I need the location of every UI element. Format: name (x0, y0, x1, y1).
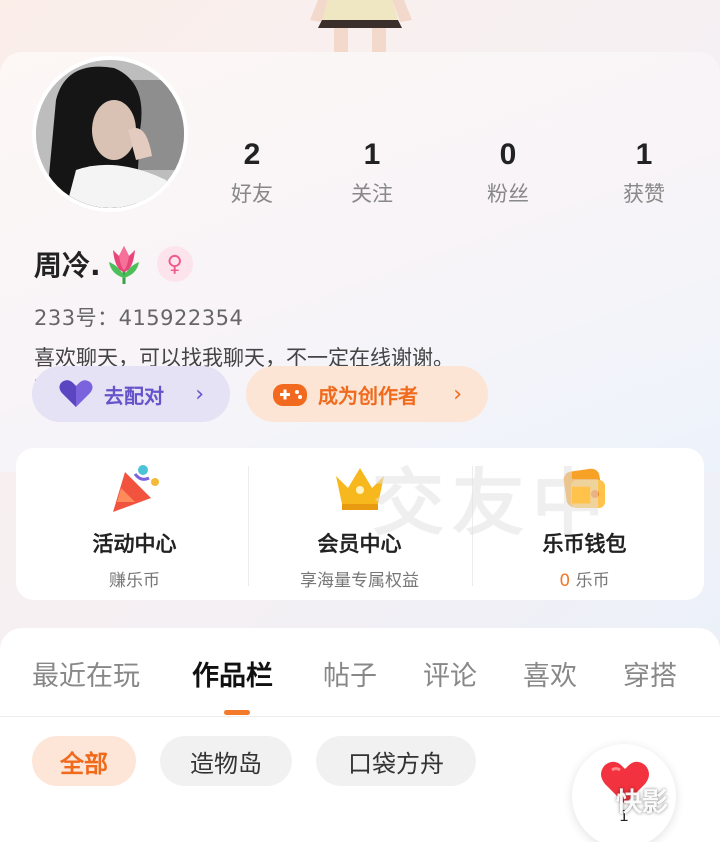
username: 周冷. (34, 249, 101, 282)
coin-unit: 乐币 (575, 571, 610, 591)
stat-label: 粉丝 (487, 182, 529, 206)
heart-icon (59, 380, 93, 407)
brand-name: 快影 (616, 787, 669, 818)
filter-pocket-ark[interactable]: 口袋方舟 (316, 736, 476, 786)
filter-creation-island[interactable]: 造物岛 (160, 736, 292, 786)
match-button[interactable]: 去配对 › (32, 366, 230, 422)
tulip-icon (108, 246, 139, 284)
stat-value: 1 (635, 138, 653, 171)
stat-label: 获赞 (623, 182, 665, 206)
stat-label: 好友 (231, 182, 273, 206)
tab-recently-played[interactable]: 最近在玩 (32, 654, 140, 693)
stat-value: 0 (499, 138, 517, 171)
tab-indicator (224, 710, 250, 715)
chevron-right-icon: › (195, 381, 204, 407)
user-id: 233号：415922354 (34, 306, 244, 330)
service-subtitle: 享海量专属权益 (300, 571, 419, 591)
match-label: 去配对 (104, 383, 164, 408)
creator-label: 成为创作者 (318, 383, 418, 408)
coin-balance: 0 (559, 571, 571, 591)
activity-center[interactable]: 活动中心 赚乐币 (20, 448, 249, 600)
stat-value: 1 (363, 138, 381, 171)
kuaiying-logo-icon (582, 788, 610, 812)
tab-likes[interactable]: 喜欢 (523, 654, 577, 693)
stats-bar: 2 好友 1 关注 0 粉丝 1 获赞 (0, 138, 720, 218)
status-watermark: 交友中 (372, 461, 613, 545)
tab-outfits[interactable]: 穿搭 (623, 654, 677, 693)
stat-likes[interactable]: 1 获赞 (594, 138, 694, 208)
female-icon: ♀ (166, 251, 183, 277)
service-subtitle: 赚乐币 (109, 571, 160, 591)
character-art-image (310, 0, 412, 58)
stat-value: 2 (243, 138, 261, 171)
tab-works[interactable]: 作品栏 (192, 654, 273, 693)
app-watermark: 快影 (582, 780, 668, 820)
gamepad-icon (273, 384, 307, 406)
service-subtitle: 0 乐币 (470, 566, 699, 591)
stat-followers[interactable]: 0 粉丝 (458, 138, 558, 208)
filter-all[interactable]: 全部 (32, 736, 136, 786)
tab-divider (0, 716, 720, 717)
party-popper-icon (112, 465, 159, 512)
service-title: 活动中心 (92, 532, 177, 556)
name-row: 周冷. ♀ (34, 242, 193, 286)
tab-posts[interactable]: 帖子 (323, 654, 377, 693)
stat-friends[interactable]: 2 好友 (202, 138, 302, 208)
tab-comments[interactable]: 评论 (423, 654, 477, 693)
stat-following[interactable]: 1 关注 (322, 138, 422, 208)
stat-label: 关注 (351, 182, 393, 206)
become-creator-button[interactable]: 成为创作者 › (246, 366, 488, 422)
profile-card: 2 好友 1 关注 0 粉丝 1 获赞 周冷. ♀ 233号：415922354 (0, 52, 720, 472)
gender-badge: ♀ (156, 246, 193, 282)
chevron-right-icon: › (453, 381, 462, 407)
